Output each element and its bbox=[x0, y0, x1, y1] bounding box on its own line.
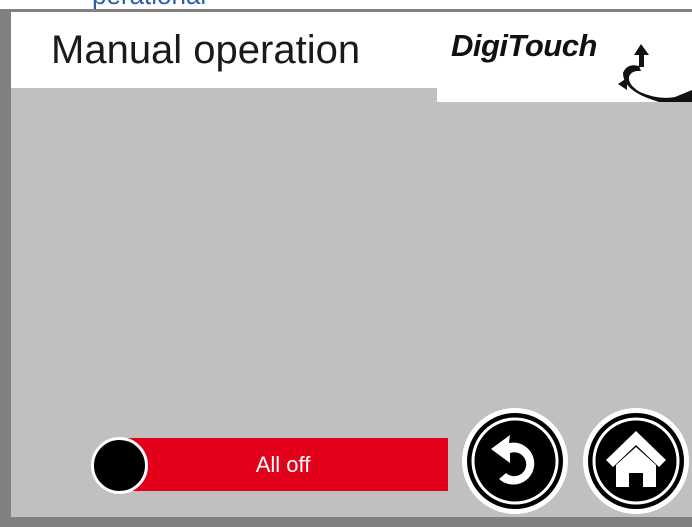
frame-left-border bbox=[0, 9, 11, 527]
home-button[interactable] bbox=[580, 405, 692, 517]
rotate-arrows-icon bbox=[618, 44, 692, 102]
page-title: Manual operation bbox=[51, 28, 361, 72]
logo: DigiTouch bbox=[437, 12, 692, 102]
title-panel: Manual operation bbox=[11, 12, 437, 88]
window-caption-text: perational bbox=[92, 0, 206, 8]
logo-text: DigiTouch bbox=[451, 28, 597, 63]
frame-bottom-border bbox=[0, 517, 692, 527]
all-off-toggle[interactable]: All off bbox=[118, 438, 448, 491]
toggle-knob[interactable] bbox=[91, 437, 148, 494]
toggle-label: All off bbox=[255, 452, 311, 477]
back-button[interactable] bbox=[459, 405, 571, 517]
